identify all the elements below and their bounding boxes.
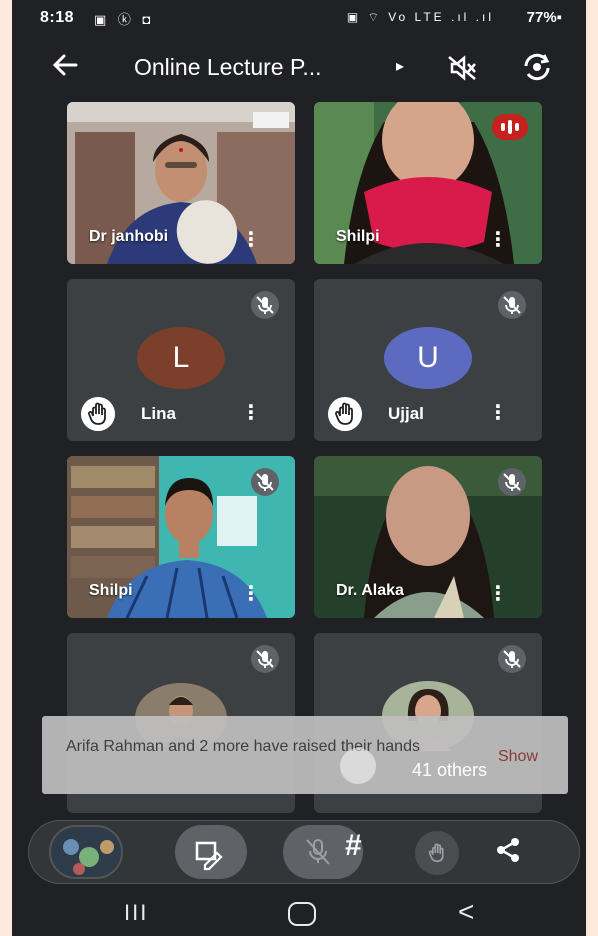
hand-icon bbox=[428, 843, 444, 863]
raised-hand-icon bbox=[81, 397, 115, 431]
camera-toggle-button[interactable] bbox=[175, 825, 247, 879]
raised-hands-toast: Arifa Rahman and 2 more have raised thei… bbox=[42, 716, 568, 794]
call-controls: # bbox=[28, 820, 580, 884]
system-navigation-bar: III < bbox=[12, 894, 586, 936]
mic-off-icon bbox=[498, 468, 526, 496]
chevron-right-icon[interactable]: ▸ bbox=[396, 56, 404, 76]
participant-name: Shilpi bbox=[89, 582, 133, 599]
participant-name: Dr janhobi bbox=[89, 228, 169, 245]
mic-off-icon bbox=[306, 839, 330, 865]
signal-icons: ▣ ⌔ Vo LTE .ıl .ıl bbox=[346, 10, 494, 24]
raised-hand-icon bbox=[340, 748, 376, 784]
meeting-header: Online Lecture P... ▸ bbox=[12, 46, 586, 92]
self-view-image bbox=[51, 827, 121, 877]
share-icon[interactable] bbox=[493, 835, 523, 865]
self-view-thumbnail[interactable] bbox=[49, 825, 123, 879]
mic-off-icon bbox=[251, 291, 279, 319]
more-options-icon[interactable]: ⋮ bbox=[241, 230, 261, 250]
participant-tile-ujjal[interactable]: U Ujjal ⋮ bbox=[314, 279, 542, 441]
status-time: 8:18 bbox=[40, 9, 75, 26]
more-options-icon[interactable]: ⋮ bbox=[241, 584, 261, 604]
battery-level: 77%▪ bbox=[526, 9, 562, 26]
switch-camera-icon[interactable] bbox=[520, 52, 554, 82]
more-options-icon[interactable]: ⋮ bbox=[488, 230, 508, 250]
show-raised-hands-button[interactable]: Show bbox=[498, 748, 538, 766]
raise-hand-button[interactable] bbox=[415, 831, 459, 875]
more-options-icon[interactable]: ⋮ bbox=[241, 403, 261, 423]
status-bar: 8:18 ▣ ⓚ ◘ ▣ ⌔ Vo LTE .ıl .ıl 77%▪ bbox=[12, 0, 586, 36]
participant-tile-dr-alaka[interactable]: Dr. Alaka ⋮ bbox=[314, 456, 542, 618]
recent-apps-button[interactable]: III bbox=[124, 900, 148, 926]
mic-off-icon bbox=[251, 645, 279, 673]
phone-screen: 8:18 ▣ ⓚ ◘ ▣ ⌔ Vo LTE .ıl .ıl 77%▪ Onlin… bbox=[12, 0, 586, 936]
back-button[interactable] bbox=[50, 50, 80, 86]
avatar: U bbox=[384, 327, 472, 389]
participant-name: Lina bbox=[141, 404, 176, 423]
activities-button[interactable]: # bbox=[345, 829, 362, 883]
notification-icons: ▣ ⓚ ◘ bbox=[94, 12, 155, 27]
speaking-indicator-icon bbox=[492, 114, 528, 140]
participant-tile-shilpi[interactable]: Shilpi ⋮ bbox=[314, 102, 542, 264]
arrow-left-icon bbox=[52, 54, 78, 76]
participant-tile-dr-janhobi[interactable]: Dr janhobi ⋮ bbox=[67, 102, 295, 264]
participant-name: Shilpi bbox=[336, 228, 380, 245]
toast-message: Arifa Rahman and 2 more have raised thei… bbox=[66, 738, 420, 755]
participant-tile-shilpi-2[interactable]: Shilpi ⋮ bbox=[67, 456, 295, 618]
avatar: L bbox=[137, 327, 225, 389]
more-options-icon[interactable]: ⋮ bbox=[488, 584, 508, 604]
raised-hand-icon bbox=[328, 397, 362, 431]
mic-off-icon bbox=[251, 468, 279, 496]
others-count[interactable]: 41 others bbox=[412, 760, 487, 781]
camera-edit-icon bbox=[195, 841, 223, 871]
more-options-icon[interactable]: ⋮ bbox=[488, 403, 508, 423]
mic-off-icon bbox=[498, 291, 526, 319]
participant-name: Dr. Alaka bbox=[336, 582, 404, 599]
participant-tile-lina[interactable]: L Lina ⋮ bbox=[67, 279, 295, 441]
system-back-button[interactable]: < bbox=[458, 896, 474, 928]
participant-name: Ujjal bbox=[388, 404, 424, 423]
home-button[interactable] bbox=[288, 902, 316, 926]
speaker-off-icon[interactable] bbox=[446, 54, 478, 82]
mic-off-icon bbox=[498, 645, 526, 673]
meeting-title[interactable]: Online Lecture P... bbox=[134, 54, 322, 81]
